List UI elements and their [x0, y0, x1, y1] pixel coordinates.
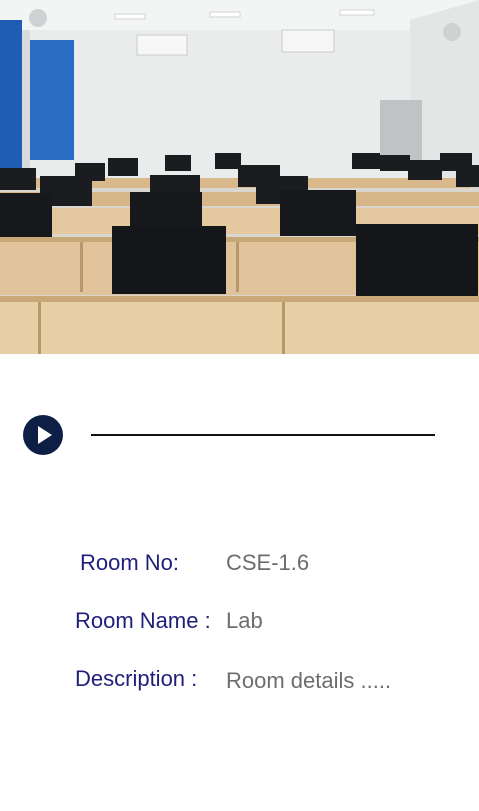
room-number-value: CSE-1.6: [226, 550, 310, 575]
audio-progress-track[interactable]: [91, 434, 435, 436]
room-photo: [0, 0, 479, 354]
description-value: Room details .....: [226, 668, 392, 693]
room-name-label: Room Name :: [75, 608, 211, 633]
description-row: Description : Room details .....: [0, 666, 479, 696]
description-label: Description :: [75, 666, 198, 691]
play-icon: [38, 426, 52, 444]
room-number-label: Room No:: [80, 550, 180, 575]
room-name-row: Room Name : Lab: [0, 606, 479, 636]
room-number-row: Room No: CSE-1.6: [0, 548, 479, 578]
room-name-value: Lab: [226, 608, 263, 633]
play-button[interactable]: [23, 415, 63, 455]
audio-player: [0, 410, 479, 462]
